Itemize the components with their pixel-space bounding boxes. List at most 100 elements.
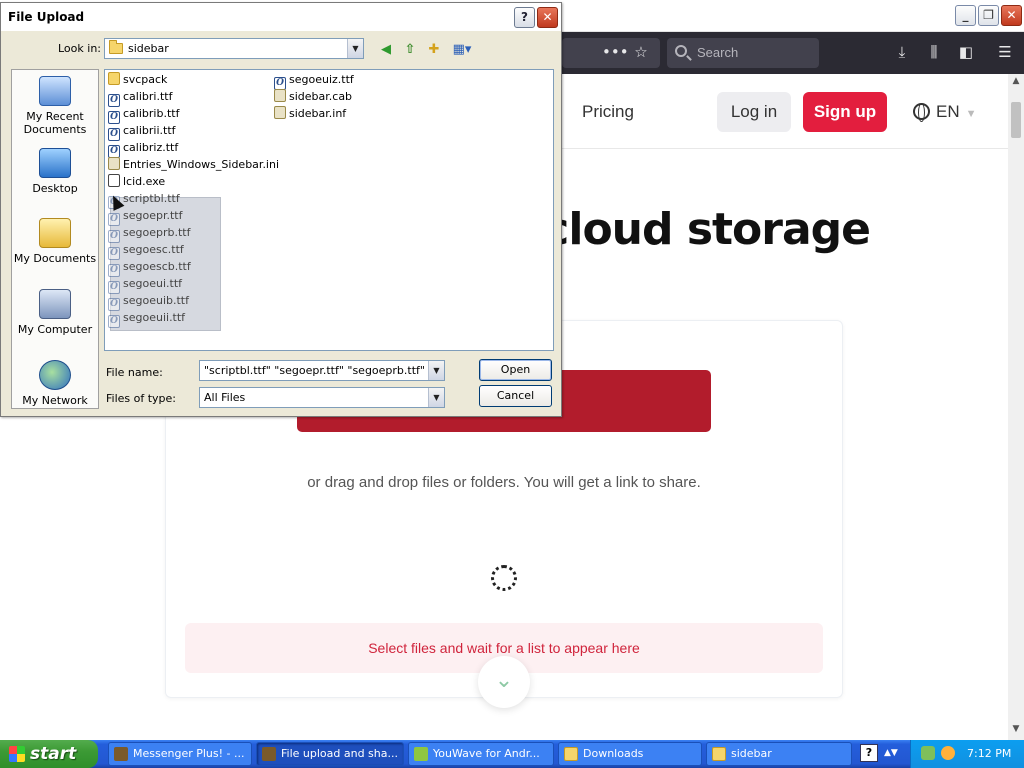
place-my-network[interactable]: My Network bbox=[12, 360, 98, 407]
file-name: segoeuii.ttf bbox=[123, 311, 186, 324]
drag-drop-text: or drag and drop files or folders. You w… bbox=[307, 474, 701, 491]
file-item[interactable]: Ocalibrii.ttf bbox=[108, 122, 176, 141]
place-label: My Computer bbox=[17, 323, 93, 336]
folder-icon bbox=[712, 747, 726, 761]
sidebar-icon[interactable]: ◧ bbox=[955, 43, 977, 61]
task-messenger-plus[interactable]: Messenger Plus! - ... bbox=[108, 742, 252, 766]
scroll-up-arrow-icon[interactable]: ▲ bbox=[1010, 76, 1022, 88]
file-item[interactable]: svcpack bbox=[108, 71, 167, 88]
file-item[interactable]: Osegoescb.ttf bbox=[108, 258, 191, 277]
restore-button[interactable]: ❐ bbox=[978, 5, 999, 26]
page-scrollbar[interactable]: ▲ ▼ bbox=[1008, 74, 1024, 740]
system-tray: 7:12 PM bbox=[910, 740, 1024, 768]
search-icon bbox=[675, 45, 687, 57]
look-in-value: sidebar bbox=[128, 42, 169, 55]
dialog-title: File Upload bbox=[8, 10, 85, 24]
file-item[interactable]: Ocalibri.ttf bbox=[108, 88, 173, 107]
dropdown-arrow-icon[interactable]: ▼ bbox=[428, 388, 444, 407]
signup-button[interactable]: Sign up bbox=[803, 92, 887, 132]
dropdown-arrow-icon[interactable]: ▼ bbox=[347, 39, 363, 58]
open-button[interactable]: Open bbox=[479, 359, 552, 381]
file-item[interactable]: Entries_Windows_Sidebar.ini bbox=[108, 156, 279, 173]
file-item[interactable]: Osegoeprb.ttf bbox=[108, 224, 190, 243]
file-item[interactable]: sidebar.cab bbox=[274, 88, 352, 105]
close-button[interactable]: ✕ bbox=[1001, 5, 1022, 26]
taskbar: start Messenger Plus! - ... File upload … bbox=[0, 740, 1024, 768]
search-input[interactable]: Search bbox=[667, 38, 819, 68]
clock[interactable]: 7:12 PM bbox=[967, 747, 1011, 760]
desktop-icon bbox=[39, 148, 71, 178]
language-selector[interactable]: EN ▼ bbox=[913, 102, 977, 122]
new-folder-icon[interactable]: ✚ bbox=[425, 41, 443, 59]
file-name: segoeuiz.ttf bbox=[289, 73, 354, 86]
login-button[interactable]: Log in bbox=[717, 92, 791, 132]
file-type-select[interactable]: All Files ▼ bbox=[199, 387, 445, 408]
dropdown-arrow-icon[interactable]: ▼ bbox=[428, 361, 444, 380]
file-item[interactable]: Osegoesc.ttf bbox=[108, 241, 184, 260]
place-my-documents[interactable]: My Documents bbox=[12, 218, 98, 265]
file-item[interactable]: lcid.exe bbox=[108, 173, 165, 190]
nav-pricing-link[interactable]: Pricing bbox=[582, 102, 634, 122]
help-button[interactable]: ? bbox=[514, 7, 535, 28]
search-tray-icon[interactable] bbox=[941, 746, 955, 760]
place-my-computer[interactable]: My Computer bbox=[12, 289, 98, 336]
folder-icon bbox=[564, 747, 578, 761]
file-name: segoeuib.ttf bbox=[123, 294, 189, 307]
file-name: segoeui.ttf bbox=[123, 277, 183, 290]
file-item[interactable]: Osegoepr.ttf bbox=[108, 207, 182, 226]
up-folder-icon[interactable]: ⇧ bbox=[401, 41, 419, 59]
file-name-input[interactable]: "scriptbl.ttf" "segoepr.ttf" "segoeprb.t… bbox=[199, 360, 445, 381]
language-label: EN bbox=[936, 102, 960, 121]
place-my-recent-documents[interactable]: My Recent Documents bbox=[12, 76, 98, 136]
task-downloads[interactable]: Downloads bbox=[558, 742, 702, 766]
task-label: YouWave for Andr... bbox=[433, 747, 540, 760]
taskbar-expand-icon[interactable]: ▲▼ bbox=[884, 748, 898, 758]
file-name: calibriz.ttf bbox=[123, 141, 179, 154]
task-file-upload[interactable]: File upload and sha... bbox=[256, 742, 404, 766]
file-item[interactable]: Osegoeuii.ttf bbox=[108, 309, 186, 328]
file-item[interactable]: Osegoeui.ttf bbox=[108, 275, 183, 294]
cancel-button[interactable]: Cancel bbox=[479, 385, 552, 407]
scroll-down-button[interactable]: ⌄ bbox=[478, 656, 530, 708]
file-item[interactable]: Osegoeuib.ttf bbox=[108, 292, 189, 311]
file-name: calibrib.ttf bbox=[123, 107, 180, 120]
task-label: Messenger Plus! - ... bbox=[133, 747, 245, 760]
settings-file-icon bbox=[108, 157, 120, 170]
menu-icon[interactable]: ☰ bbox=[994, 43, 1016, 61]
dialog-titlebar[interactable]: File Upload ? ✕ bbox=[1, 3, 561, 31]
back-icon[interactable]: ◀ bbox=[377, 41, 395, 59]
file-name: calibri.ttf bbox=[123, 90, 173, 103]
file-name: calibrii.ttf bbox=[123, 124, 176, 137]
file-name: scriptbl.ttf bbox=[123, 192, 180, 205]
task-youwave[interactable]: YouWave for Andr... bbox=[408, 742, 554, 766]
file-type-label: Files of type: bbox=[106, 392, 177, 405]
file-list[interactable]: svcpack Ocalibri.ttf Ocalibrib.ttf Ocalibri… bbox=[104, 69, 554, 351]
chevron-down-icon: ▼ bbox=[965, 108, 977, 120]
minimize-button[interactable]: _ bbox=[955, 5, 976, 26]
scrollbar-thumb[interactable] bbox=[1011, 102, 1021, 138]
task-sidebar[interactable]: sidebar bbox=[706, 742, 852, 766]
file-name: sidebar.cab bbox=[289, 90, 353, 103]
library-icon[interactable]: ⫼ bbox=[923, 43, 945, 61]
network-tray-icon[interactable] bbox=[921, 746, 935, 760]
file-item[interactable]: Ocalibrib.ttf bbox=[108, 105, 180, 124]
file-item[interactable]: sidebar.inf bbox=[274, 105, 346, 122]
view-menu-icon[interactable]: ▦▾ bbox=[450, 41, 474, 59]
file-item[interactable]: Osegoeuiz.ttf bbox=[274, 71, 354, 90]
look-in-select[interactable]: sidebar ▼ bbox=[104, 38, 364, 59]
dialog-close-button[interactable]: ✕ bbox=[537, 7, 558, 28]
file-item[interactable]: Ocalibriz.ttf bbox=[108, 139, 179, 158]
exe-file-icon bbox=[108, 174, 120, 187]
file-type-value: All Files bbox=[204, 391, 246, 404]
globe-icon bbox=[913, 103, 930, 122]
more-icon[interactable]: ••• bbox=[602, 43, 629, 61]
language-bar-button[interactable]: ? bbox=[860, 744, 878, 762]
place-desktop[interactable]: Desktop bbox=[12, 148, 98, 195]
file-name: segoesc.ttf bbox=[123, 243, 184, 256]
cab-file-icon bbox=[274, 89, 286, 102]
bookmark-star-icon[interactable]: ☆ bbox=[630, 43, 652, 61]
scroll-down-arrow-icon[interactable]: ▼ bbox=[1010, 724, 1022, 736]
settings-file-icon bbox=[274, 106, 286, 119]
download-icon[interactable]: ⤓ bbox=[891, 43, 913, 61]
start-button[interactable]: start bbox=[0, 740, 98, 768]
